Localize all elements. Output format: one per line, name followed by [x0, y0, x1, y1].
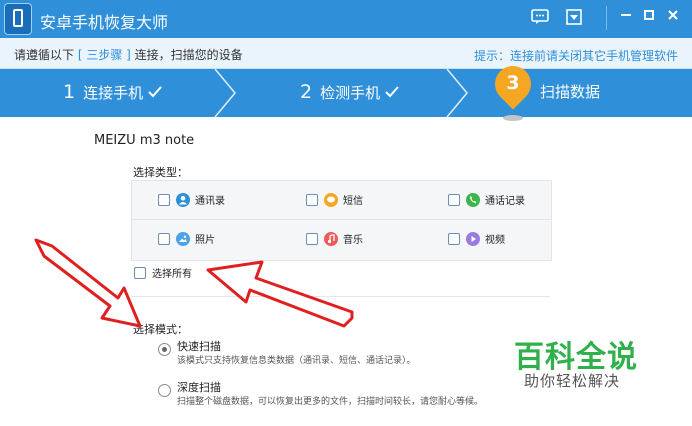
annotation-arrow-left [206, 260, 354, 328]
watermark-subtitle: 助你轻松解决 [524, 372, 621, 390]
annotation-arrow-down [34, 238, 142, 328]
